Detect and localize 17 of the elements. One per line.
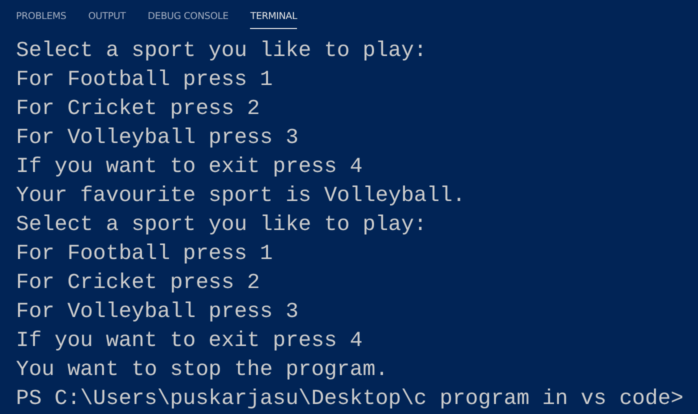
terminal-line: Your favourite sport is Volleyball. xyxy=(16,183,466,210)
panel-tab[interactable]: TERMINAL xyxy=(250,0,298,29)
terminal-line: You want to stop the program. xyxy=(16,357,390,384)
terminal-line: For Football press 1 xyxy=(16,241,274,268)
terminal-line: For Football press 1 xyxy=(16,67,274,94)
terminal-line: If you want to exit press 4 xyxy=(16,328,364,355)
panel-tab[interactable]: OUTPUT xyxy=(88,0,126,29)
terminal-line: For Volleyball press 3 xyxy=(16,125,300,152)
terminal-line: For Cricket press 2 xyxy=(16,270,261,297)
terminal-line: For Volleyball press 3 xyxy=(16,299,300,326)
terminal-line: For Cricket press 2 xyxy=(16,96,261,123)
panel-tab[interactable]: PROBLEMS xyxy=(16,0,66,29)
panel-tab[interactable]: DEBUG CONSOLE xyxy=(148,0,228,29)
terminal-line: PS C:\Users\puskarjasu\Desktop\c program in vs code> xyxy=(16,386,682,413)
terminal-line: If you want to exit press 4 xyxy=(16,154,364,181)
terminal-line: Select a sport you like to play: xyxy=(16,38,428,65)
terminal-line: Select a sport you like to play: xyxy=(16,212,428,239)
